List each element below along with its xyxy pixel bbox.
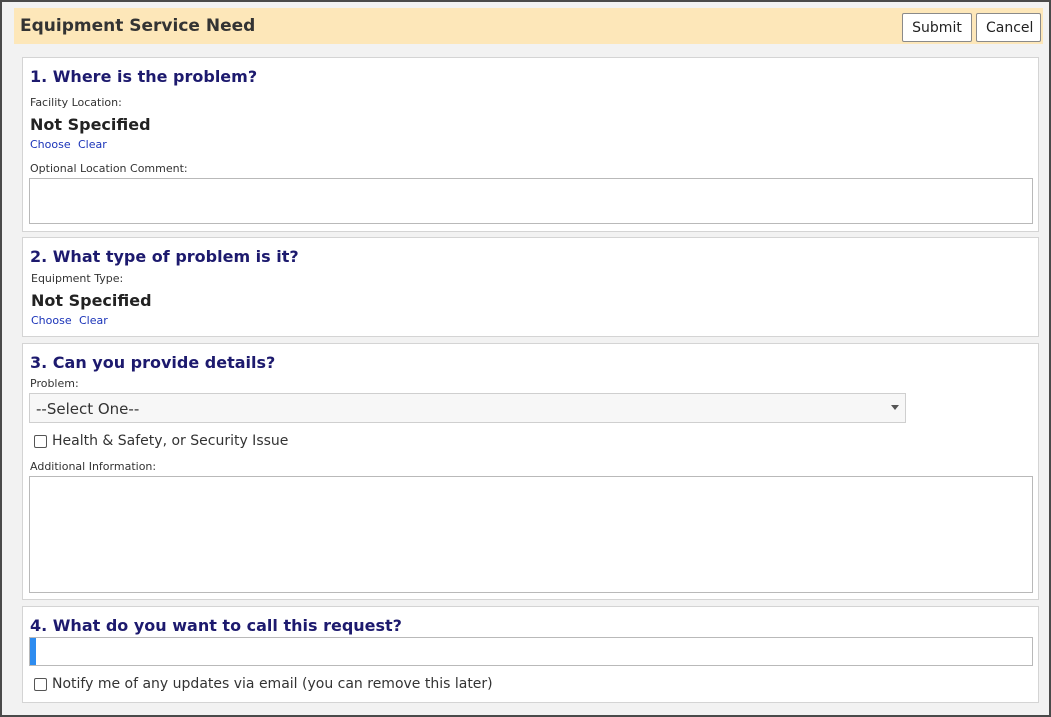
request-name-input[interactable] [29,637,1033,666]
facility-choose-link[interactable]: Choose [30,138,71,151]
problem-select[interactable]: --Select One-- [29,393,906,423]
additional-info-label: Additional Information: [30,460,157,473]
facility-location-label: Facility Location: [30,96,122,109]
chevron-down-icon [891,405,899,410]
section-location: 1. Where is the problem? Facility Locati… [22,57,1039,232]
notify-email-checkbox[interactable] [34,678,47,691]
location-comment-input[interactable] [29,178,1033,224]
location-comment-label: Optional Location Comment: [30,162,188,175]
form-window: Equipment Service Need Submit Cancel 1. … [0,0,1051,717]
submit-button[interactable]: Submit [902,13,972,42]
section-heading: 3. Can you provide details? [30,353,276,372]
cancel-button[interactable]: Cancel [976,13,1041,42]
focus-indicator [30,638,36,665]
facility-clear-link[interactable]: Clear [78,138,107,151]
section-heading: 4. What do you want to call this request… [30,616,402,635]
section-details: 3. Can you provide details? Problem: --S… [22,343,1039,600]
form-header: Equipment Service Need Submit Cancel [14,8,1043,44]
problem-select-value: --Select One-- [36,400,140,418]
problem-label: Problem: [30,377,79,390]
additional-info-input[interactable] [29,476,1033,593]
equipment-choose-link[interactable]: Choose [31,314,72,327]
equipment-type-value: Not Specified [31,291,152,310]
section-heading: 2. What type of problem is it? [30,247,299,266]
equipment-type-label: Equipment Type: [31,272,124,285]
section-problem-type: 2. What type of problem is it? Equipment… [22,237,1039,337]
equipment-clear-link[interactable]: Clear [79,314,108,327]
health-safety-checkbox[interactable] [34,435,47,448]
facility-location-value: Not Specified [30,115,151,134]
section-heading: 1. Where is the problem? [30,67,258,86]
page-title: Equipment Service Need [20,16,256,36]
section-request-name: 4. What do you want to call this request… [22,606,1039,703]
notify-email-label: Notify me of any updates via email (you … [52,676,493,692]
health-safety-label: Health & Safety, or Security Issue [52,433,289,449]
